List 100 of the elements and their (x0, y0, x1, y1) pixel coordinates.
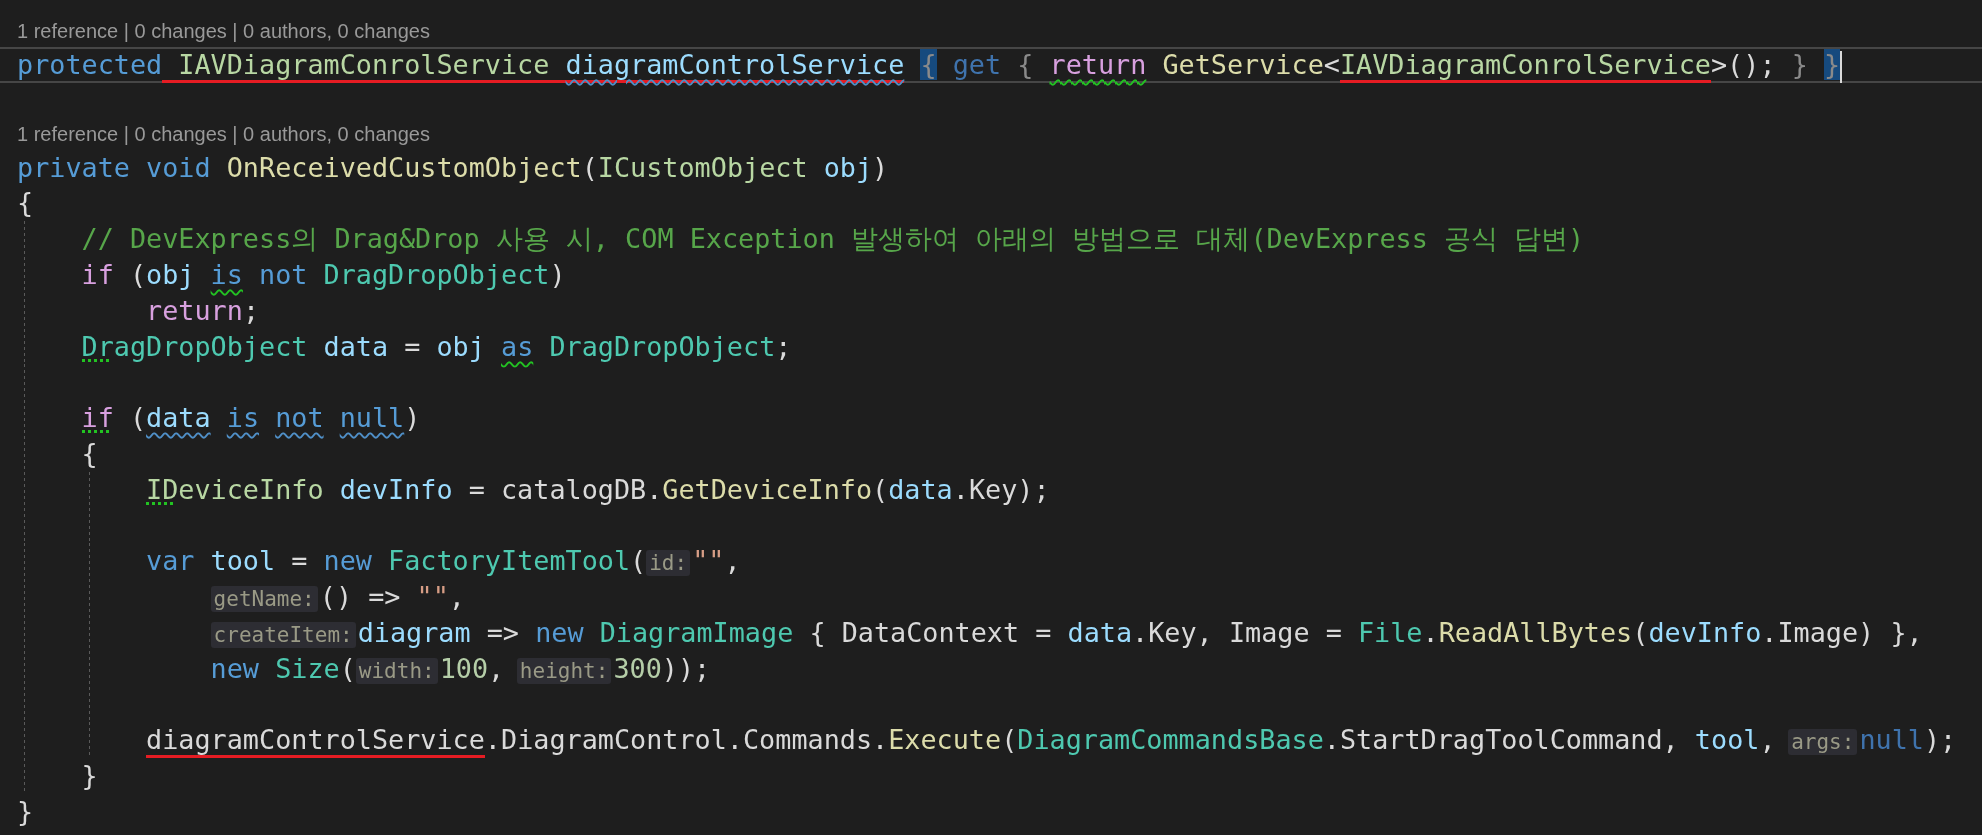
keyword: private (17, 151, 130, 183)
parameter-hint: height: (516, 657, 612, 684)
codelens-text[interactable]: 1 reference | 0 changes | 0 authors, 0 changes (17, 16, 1982, 47)
keyword: not (275, 402, 324, 434)
parameter-hint: id: (646, 550, 691, 577)
code-text: { (81, 437, 98, 469)
string-literal: "" (416, 581, 449, 613)
code-text: ( (1001, 724, 1018, 756)
code-comment: // DevExpress의 Drag&Drop 사용 시, COM Exception 발생하여 아래의 방법으로 대체(DevExpress 공식 답변) (81, 223, 1585, 255)
code-text: ) (404, 402, 421, 434)
identifier: data (146, 402, 211, 434)
code-text: } (1791, 49, 1808, 80)
keyword: get (952, 49, 1002, 80)
keyword: return (146, 294, 243, 326)
code-text: ( (1632, 616, 1649, 648)
keyword: new (210, 652, 259, 684)
keyword: is (210, 259, 243, 290)
keyword: if (81, 259, 114, 290)
type-name: IAVDiagramConrolService (1339, 49, 1711, 83)
keyword: null (339, 402, 405, 434)
keyword: void (146, 151, 211, 183)
type-name: DiagramCommandsBase (1017, 724, 1324, 756)
code-text: () => (319, 581, 401, 613)
code-text: ( (129, 402, 147, 434)
identifier: obj (436, 330, 485, 362)
number-literal: 300 (613, 652, 662, 684)
keyword: is (226, 402, 260, 434)
identifier: obj (823, 151, 873, 183)
code-text: ( (630, 545, 647, 577)
method-name: OnReceivedCustomObject (226, 151, 582, 183)
identifier: diagramControlService (549, 49, 905, 83)
method-name: ReadAllBytes (1438, 616, 1633, 648)
identifier: diagram (357, 616, 471, 648)
keyword: new (535, 616, 584, 648)
keyword: var (146, 545, 195, 577)
code-text: { DataContext = (809, 616, 1052, 648)
code-text: ) (549, 259, 566, 290)
keyword: as (501, 330, 534, 362)
keyword: new (323, 545, 372, 577)
code-text: ; (242, 294, 259, 326)
code-text: } (81, 760, 98, 792)
identifier: tool (210, 545, 276, 577)
parameter-hint: width: (355, 657, 438, 684)
code-text: < (1323, 49, 1340, 80)
parameter-hint: args: (1788, 729, 1858, 756)
code-text: >(); (1711, 49, 1776, 80)
identifier: devInfo (1648, 616, 1762, 648)
code-text: .Key, Image = (1132, 616, 1342, 648)
keyword: not (259, 259, 308, 290)
code-text: = catalogDB. (468, 473, 663, 505)
code-text: .Image) }, (1761, 616, 1923, 648)
number-literal: 100 (439, 652, 489, 684)
parameter-hint: createItem: (210, 621, 356, 648)
code-text: ; (775, 330, 792, 362)
code-text: { (920, 49, 937, 80)
keyword: return (1049, 49, 1147, 80)
identifier: obj (146, 259, 195, 290)
code-text: , (448, 581, 465, 613)
type-name: ICustomObject (597, 151, 808, 183)
code-text: { (17, 187, 34, 219)
parameter-hint: getName: (210, 586, 318, 613)
code-text: { (1017, 49, 1034, 80)
identifier: data (323, 330, 389, 362)
codelens-text[interactable]: 1 reference | 0 changes | 0 authors, 0 changes (17, 118, 1982, 150)
code-text: = (291, 545, 308, 577)
type-name: IDeviceInfo (146, 473, 324, 505)
method-name: GetService (1162, 49, 1324, 80)
type-name: DiagramImage (599, 616, 794, 648)
type-name: Size (275, 652, 340, 684)
code-text: = (404, 330, 421, 362)
type-name: DragDropObject (323, 259, 550, 290)
code-text: . (1422, 616, 1439, 648)
keyword: protected (17, 49, 163, 80)
type-name: DragDropObject (81, 330, 308, 362)
type-name: File (1357, 616, 1423, 648)
code-text: ( (581, 151, 598, 183)
code-text: } (1823, 49, 1841, 80)
method-name: Execute (888, 724, 1002, 756)
code-text: diagramControlService (146, 724, 485, 759)
keyword: if (81, 402, 114, 434)
method-name: GetDeviceInfo (662, 473, 873, 505)
identifier: devInfo (339, 473, 453, 505)
identifier: data (1067, 616, 1133, 648)
code-text: ( (129, 259, 147, 290)
keyword: null (1859, 724, 1924, 756)
code-text: , (1759, 724, 1776, 756)
code-text: ( (339, 652, 356, 684)
string-literal: "" (692, 545, 725, 577)
code-text: .StartDragToolCommand, (1323, 724, 1679, 756)
identifier: data (888, 473, 953, 505)
code-text: } (17, 795, 34, 827)
identifier: tool (1694, 724, 1760, 756)
code-text: ); (1923, 724, 1957, 756)
type-name: FactoryItemTool (388, 545, 631, 577)
code-text: , (488, 652, 505, 684)
code-text: .Key); (952, 473, 1050, 505)
type-name: IAVDiagramConrolService (162, 49, 550, 83)
code-text: ) (872, 151, 889, 183)
code-text: .DiagramControl.Commands. (484, 724, 889, 756)
code-text: => (486, 616, 519, 648)
